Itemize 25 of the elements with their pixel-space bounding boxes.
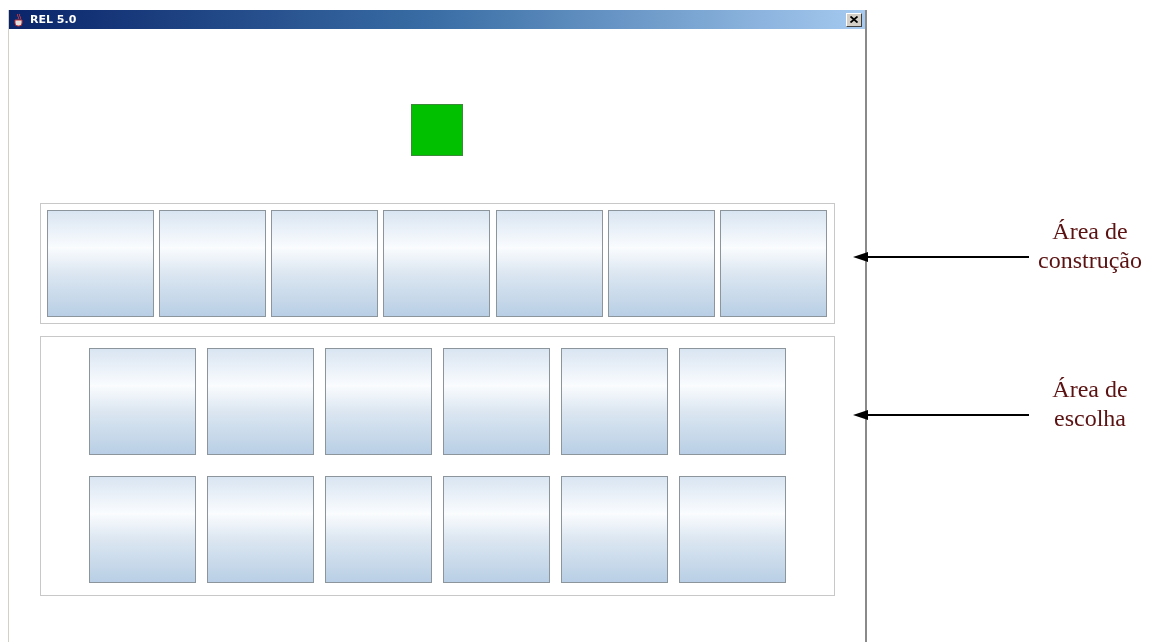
blank-tile[interactable] xyxy=(560,476,668,583)
annotation-label: Área de escolha xyxy=(1051,375,1129,433)
blank-tile[interactable] xyxy=(88,476,196,583)
blank-tile[interactable] xyxy=(560,348,668,455)
blank-tile[interactable] xyxy=(442,348,550,455)
blank-tile[interactable] xyxy=(324,348,432,455)
blank-tile[interactable] xyxy=(206,476,314,583)
blank-tile[interactable] xyxy=(271,210,379,317)
blank-tile[interactable] xyxy=(88,348,196,455)
close-button[interactable] xyxy=(846,12,862,27)
window-title: REL 5.0 xyxy=(30,13,78,26)
blank-tile[interactable] xyxy=(495,210,603,317)
blank-tile[interactable] xyxy=(324,476,432,583)
blank-tile[interactable] xyxy=(678,348,786,455)
annotation-label: Área de construção xyxy=(1037,217,1143,275)
coffee-cup-icon xyxy=(12,12,26,27)
close-icon xyxy=(850,16,858,23)
blank-tile[interactable] xyxy=(158,210,266,317)
blank-tile[interactable] xyxy=(206,348,314,455)
blank-tile[interactable] xyxy=(46,210,154,317)
blank-tile[interactable] xyxy=(720,210,828,317)
blank-tile[interactable] xyxy=(678,476,786,583)
blank-tile[interactable] xyxy=(442,476,550,583)
blank-tile[interactable] xyxy=(608,210,716,317)
blank-tile[interactable] xyxy=(383,210,491,317)
